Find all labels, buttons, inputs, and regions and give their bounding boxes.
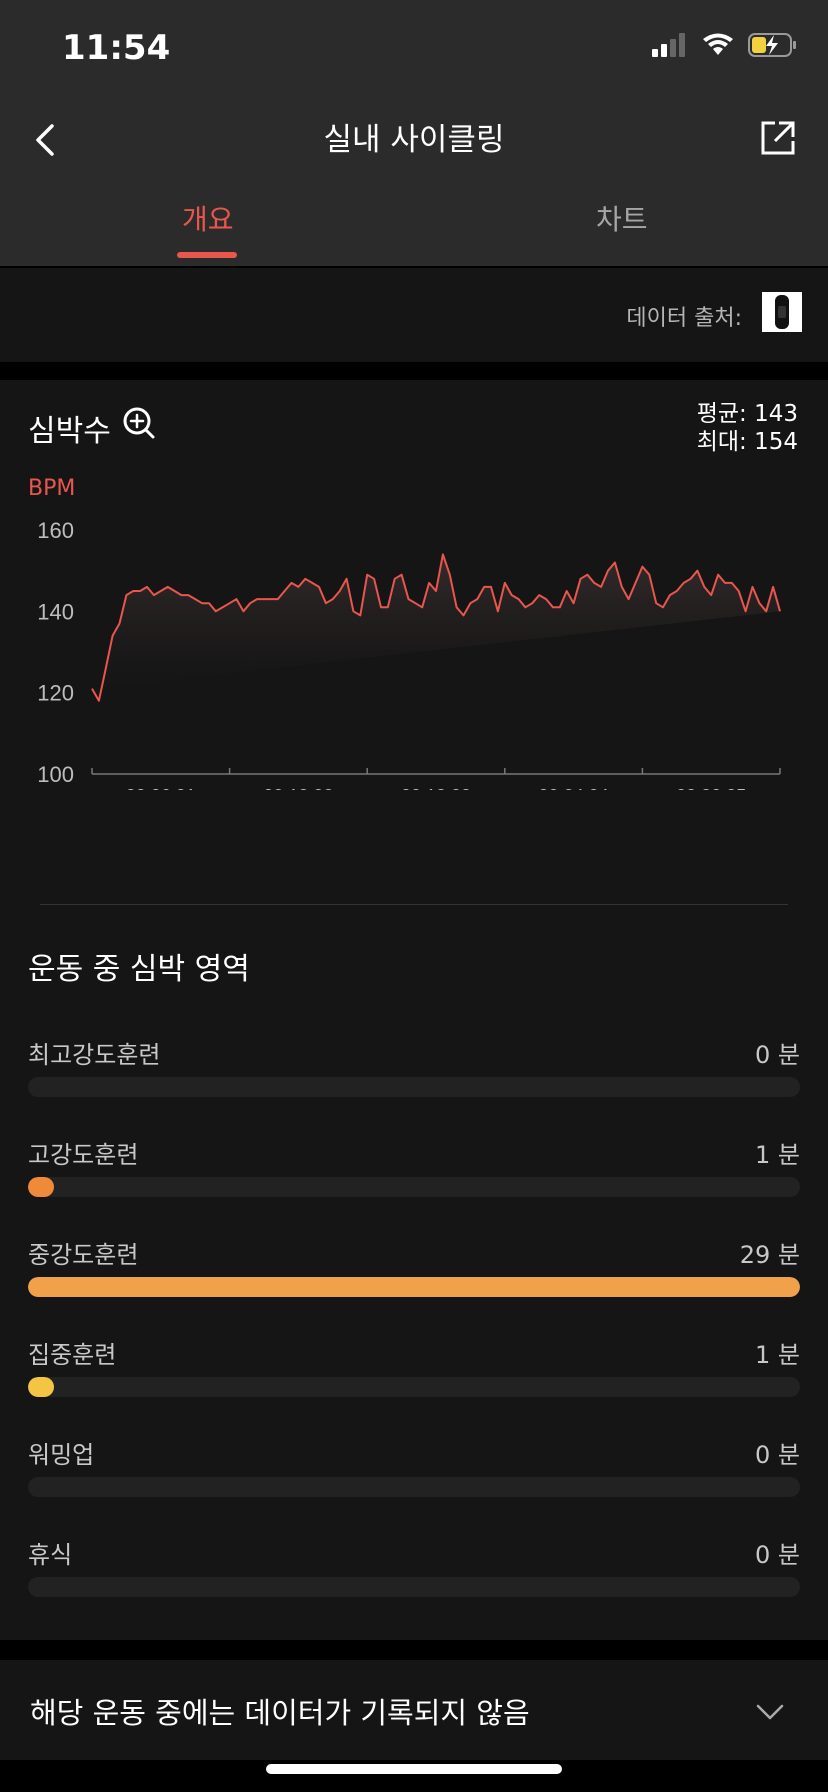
zone-row: 최고강도훈련 0 분	[28, 1035, 800, 1105]
y-tick-label: 140	[37, 599, 74, 624]
x-tick-label: 00:12:02	[263, 786, 333, 790]
zone-row: 워밍업 0 분	[28, 1435, 800, 1505]
x-tick-label: 00:24:04	[539, 786, 609, 790]
zone-progress-track	[28, 1277, 800, 1297]
zone-progress-track	[28, 1077, 800, 1097]
y-tick-label: 100	[37, 762, 74, 787]
zone-progress-fill	[28, 1177, 55, 1197]
tab-overview[interactable]: 개요	[182, 198, 234, 238]
share-icon	[761, 121, 795, 155]
y-tick-label: 120	[37, 681, 74, 706]
x-tick-label: 00:18:03	[401, 786, 471, 790]
zone-name: 중강도훈련	[28, 1241, 139, 1269]
page-title: 실내 사이클링	[323, 122, 505, 158]
zones-title: 운동 중 심박 영역	[28, 952, 250, 987]
zone-name: 워밍업	[28, 1441, 95, 1469]
no-data-text: 해당 운동 중에는 데이터가 기록되지 않음	[30, 1696, 530, 1730]
x-tick-label: 00:30:05	[676, 786, 746, 790]
fitness-band-icon[interactable]	[762, 292, 802, 332]
cellular-signal-icon	[652, 33, 685, 57]
zone-progress-track	[28, 1577, 800, 1597]
heart-rate-title: 심박수	[28, 414, 111, 449]
tab-chart[interactable]: 차트	[596, 198, 648, 238]
zone-progress-fill	[28, 1377, 55, 1397]
battery-charging-icon	[748, 33, 796, 57]
heart-rate-chart[interactable]: 160 140 120 100 00:06:01 00:12:02 00:18:03 00:…	[0, 500, 828, 790]
share-button[interactable]	[750, 110, 806, 166]
heart-rate-area	[92, 554, 780, 701]
heart-rate-average: 평균: 143	[696, 401, 798, 427]
heart-rate-max: 최대: 154	[696, 429, 798, 455]
zone-row: 집중훈련 1 분	[28, 1335, 800, 1405]
heart-rate-stats: 평균: 143 최대: 154	[697, 400, 798, 456]
zone-duration: 0 분	[755, 1041, 800, 1069]
zone-name: 최고강도훈련	[28, 1041, 161, 1069]
nav-bar: 실내 사이클링 개요 차트	[0, 100, 828, 266]
status-bar: 11:54	[0, 0, 828, 100]
zone-progress-track	[28, 1377, 800, 1397]
home-indicator	[266, 1764, 562, 1774]
active-tab-indicator	[177, 252, 237, 258]
data-source-label: 데이터 출처:	[626, 306, 742, 331]
wifi-icon	[703, 33, 733, 55]
y-tick-label: 160	[37, 518, 74, 543]
zone-name: 고강도훈련	[28, 1141, 139, 1169]
zoom-in-icon[interactable]	[122, 406, 156, 440]
data-source-card: 데이터 출처:	[0, 268, 828, 362]
x-tick-label: 00:06:01	[126, 786, 196, 790]
zone-progress-fill	[28, 1277, 800, 1297]
status-time: 11:54	[62, 28, 171, 68]
zone-duration: 0 분	[755, 1541, 800, 1569]
zone-row: 휴식 0 분	[28, 1535, 800, 1605]
heart-rate-card: 심박수 평균: 143 최대: 154 BPM 160 140 120 100 00:…	[0, 380, 828, 1640]
zone-name: 휴식	[28, 1541, 73, 1569]
zone-duration: 1 분	[755, 1341, 800, 1369]
bpm-unit-label: BPM	[28, 476, 76, 501]
zone-duration: 1 분	[755, 1141, 800, 1169]
zone-row: 고강도훈련 1 분	[28, 1135, 800, 1205]
no-data-collapsible[interactable]: 해당 운동 중에는 데이터가 기록되지 않음	[0, 1660, 828, 1760]
section-divider	[40, 904, 788, 905]
chevron-down-icon	[756, 1704, 784, 1720]
zone-duration: 0 분	[755, 1441, 800, 1469]
status-icons	[652, 32, 798, 58]
zone-row: 중강도훈련 29 분	[28, 1235, 800, 1305]
zone-name: 집중훈련	[28, 1341, 117, 1369]
zone-progress-track	[28, 1477, 800, 1497]
zone-duration: 29 분	[739, 1241, 800, 1269]
zone-progress-track	[28, 1177, 800, 1197]
